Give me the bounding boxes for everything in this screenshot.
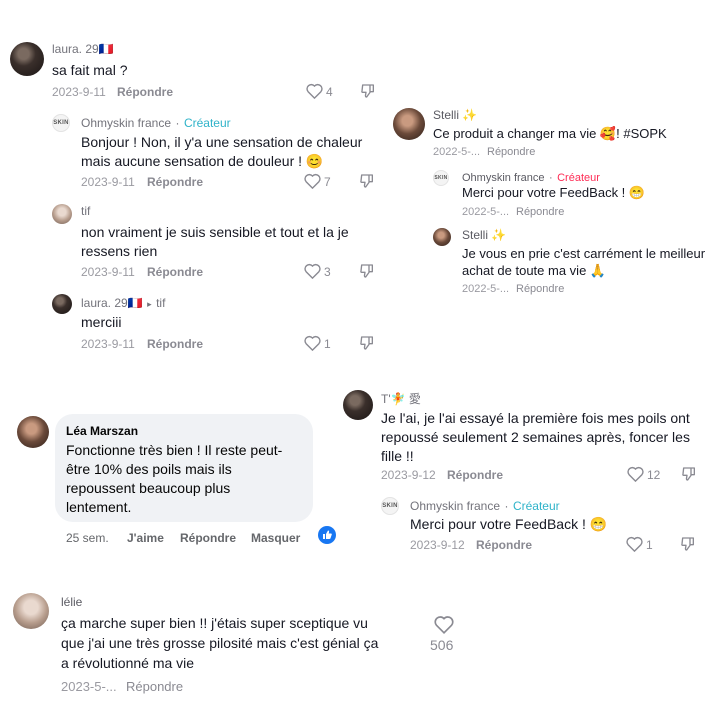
comment-text-line: lentement.	[66, 499, 132, 515]
brand-avatar[interactable]: SKIN	[52, 114, 70, 132]
avatar[interactable]	[433, 228, 451, 246]
thumbs-up-reaction-icon	[318, 526, 336, 544]
separator: ·	[548, 172, 553, 184]
reply-button[interactable]: Répondre	[487, 146, 535, 158]
heart-icon[interactable]	[304, 263, 321, 279]
comment-text: Merci pour votre FeedBack ! 😁	[410, 516, 608, 532]
comment-date: 2023-9-11	[81, 265, 135, 279]
comment-text-line: ça marche super bien !! j'étais super sc…	[61, 615, 368, 631]
brand-avatar[interactable]: SKIN	[381, 497, 399, 515]
comment-date: 2023-9-12	[410, 538, 465, 552]
heart-icon[interactable]	[304, 173, 321, 189]
username[interactable]: lélie	[61, 595, 82, 609]
separator: ·	[175, 116, 180, 130]
username[interactable]: Ohmyskin france	[81, 116, 171, 130]
comment-text-line: Je l'ai, je l'ai essayé la première fois…	[381, 410, 690, 426]
username[interactable]: Ohmyskin france	[410, 499, 500, 513]
username[interactable]: Stelli ✨	[433, 108, 477, 122]
comment-text-line: Je vous en prie c'est carrément le meill…	[462, 246, 706, 261]
dislike-icon[interactable]	[681, 466, 697, 482]
heart-icon[interactable]	[434, 615, 454, 634]
comment-text: merciii	[81, 314, 122, 330]
dislike-icon[interactable]	[359, 263, 375, 279]
dislike-icon[interactable]	[359, 335, 375, 351]
reply-header: Ohmyskin france · Créateur	[410, 497, 560, 515]
dislike-icon[interactable]	[359, 173, 375, 189]
username[interactable]: laura. 29🇫🇷	[52, 42, 114, 56]
comment-date: 2023-9-12	[381, 468, 436, 482]
dislike-icon[interactable]	[680, 536, 696, 552]
reply-header: laura. 29🇫🇷 ▸ tif	[81, 294, 165, 312]
comment-date: 2023-9-11	[81, 175, 135, 189]
like-count: 4	[326, 85, 333, 99]
reply-button[interactable]: Répondre	[180, 531, 236, 545]
like-count: 12	[647, 468, 661, 482]
comment-text-line: repoussent beaucoup plus	[66, 480, 231, 496]
comment-text-line: Fonctionne très bien ! Il reste peut-	[66, 442, 283, 458]
heart-icon[interactable]	[626, 536, 643, 552]
creator-badge: Créateur	[183, 116, 231, 130]
dislike-icon[interactable]	[360, 83, 376, 99]
username[interactable]: laura. 29🇫🇷	[81, 296, 143, 310]
comment-text-line: être 10% des poils mais ils	[66, 461, 232, 477]
reply-header: Ohmyskin france · Créateur	[81, 114, 231, 132]
comment-text-line: repoussé seulement 2 semaines après, fon…	[381, 429, 690, 445]
heart-icon[interactable]	[627, 466, 644, 482]
comment-text: sa fait mal ?	[52, 62, 128, 78]
separator: ·	[504, 499, 509, 513]
avatar[interactable]	[52, 204, 72, 224]
avatar[interactable]	[13, 593, 49, 629]
comment-time: 25 sem.	[66, 531, 109, 545]
comment-text-line: ressens rien	[81, 243, 158, 259]
comment-date: 2023-5-...	[61, 679, 117, 694]
like-count: 1	[324, 337, 331, 351]
comment-date: 2022-5-...	[462, 283, 510, 295]
reply-button[interactable]: Répondre	[147, 265, 203, 279]
heart-icon[interactable]	[304, 335, 321, 351]
comment-date: 2022-5-...	[433, 146, 481, 158]
comment-date: 2023-9-11	[52, 85, 106, 99]
reply-button[interactable]: Répondre	[147, 337, 203, 351]
avatar[interactable]	[343, 390, 373, 420]
username[interactable]: tif	[81, 204, 90, 218]
reply-button[interactable]: Répondre	[147, 175, 203, 189]
comment-text-line: fille !!	[381, 448, 414, 464]
reply-button[interactable]: Répondre	[516, 283, 564, 295]
avatar[interactable]	[17, 416, 49, 448]
reply-button[interactable]: Répondre	[126, 679, 183, 694]
comment-text-line: a révolutionné ma vie	[61, 655, 195, 671]
avatar[interactable]	[52, 294, 72, 314]
avatar[interactable]	[10, 42, 44, 76]
comment-text: Ce produit a changer ma vie 🥰! #SOPK	[433, 126, 667, 141]
avatar[interactable]	[393, 108, 425, 140]
like-count: 7	[324, 175, 331, 189]
brand-avatar[interactable]: SKIN	[433, 170, 449, 186]
like-count: 1	[646, 538, 653, 552]
comment-text-line: Bonjour ! Non, il y'a une sensation de c…	[81, 134, 363, 150]
comment-date: 2022-5-...	[462, 206, 510, 218]
creator-badge: Créateur	[557, 172, 600, 184]
comment-text: Merci pour votre FeedBack ! 😁	[462, 185, 646, 200]
username[interactable]: T'🧚 愛	[381, 390, 421, 407]
reply-to-username[interactable]: tif	[156, 296, 165, 310]
reply-button[interactable]: Répondre	[117, 85, 173, 99]
heart-icon[interactable]	[306, 83, 323, 99]
username[interactable]: Ohmyskin france	[462, 172, 545, 184]
comment-text-line: mais aucune sensation de douleur ! 😊	[81, 153, 324, 169]
comment-date: 2023-9-11	[81, 337, 135, 351]
username[interactable]: Léa Marszan	[66, 424, 138, 438]
reply-button[interactable]: Répondre	[516, 206, 564, 218]
comment-text-line: que j'ai une très grosse pilosité mais c…	[61, 635, 379, 651]
like-button[interactable]: J'aime	[127, 531, 164, 545]
reply-button[interactable]: Répondre	[476, 538, 532, 552]
comment-text-line: achat de toute ma vie 🙏	[462, 263, 607, 278]
reply-arrow-icon: ▸	[147, 299, 152, 309]
username[interactable]: Stelli ✨	[462, 228, 506, 242]
reply-button[interactable]: Répondre	[447, 468, 503, 482]
like-count: 3	[324, 265, 331, 279]
creator-badge: Créateur	[512, 499, 560, 513]
hide-button[interactable]: Masquer	[251, 531, 300, 545]
comment-text-line: non vraiment je suis sensible et tout et…	[81, 224, 349, 240]
like-count: 506	[430, 637, 454, 653]
